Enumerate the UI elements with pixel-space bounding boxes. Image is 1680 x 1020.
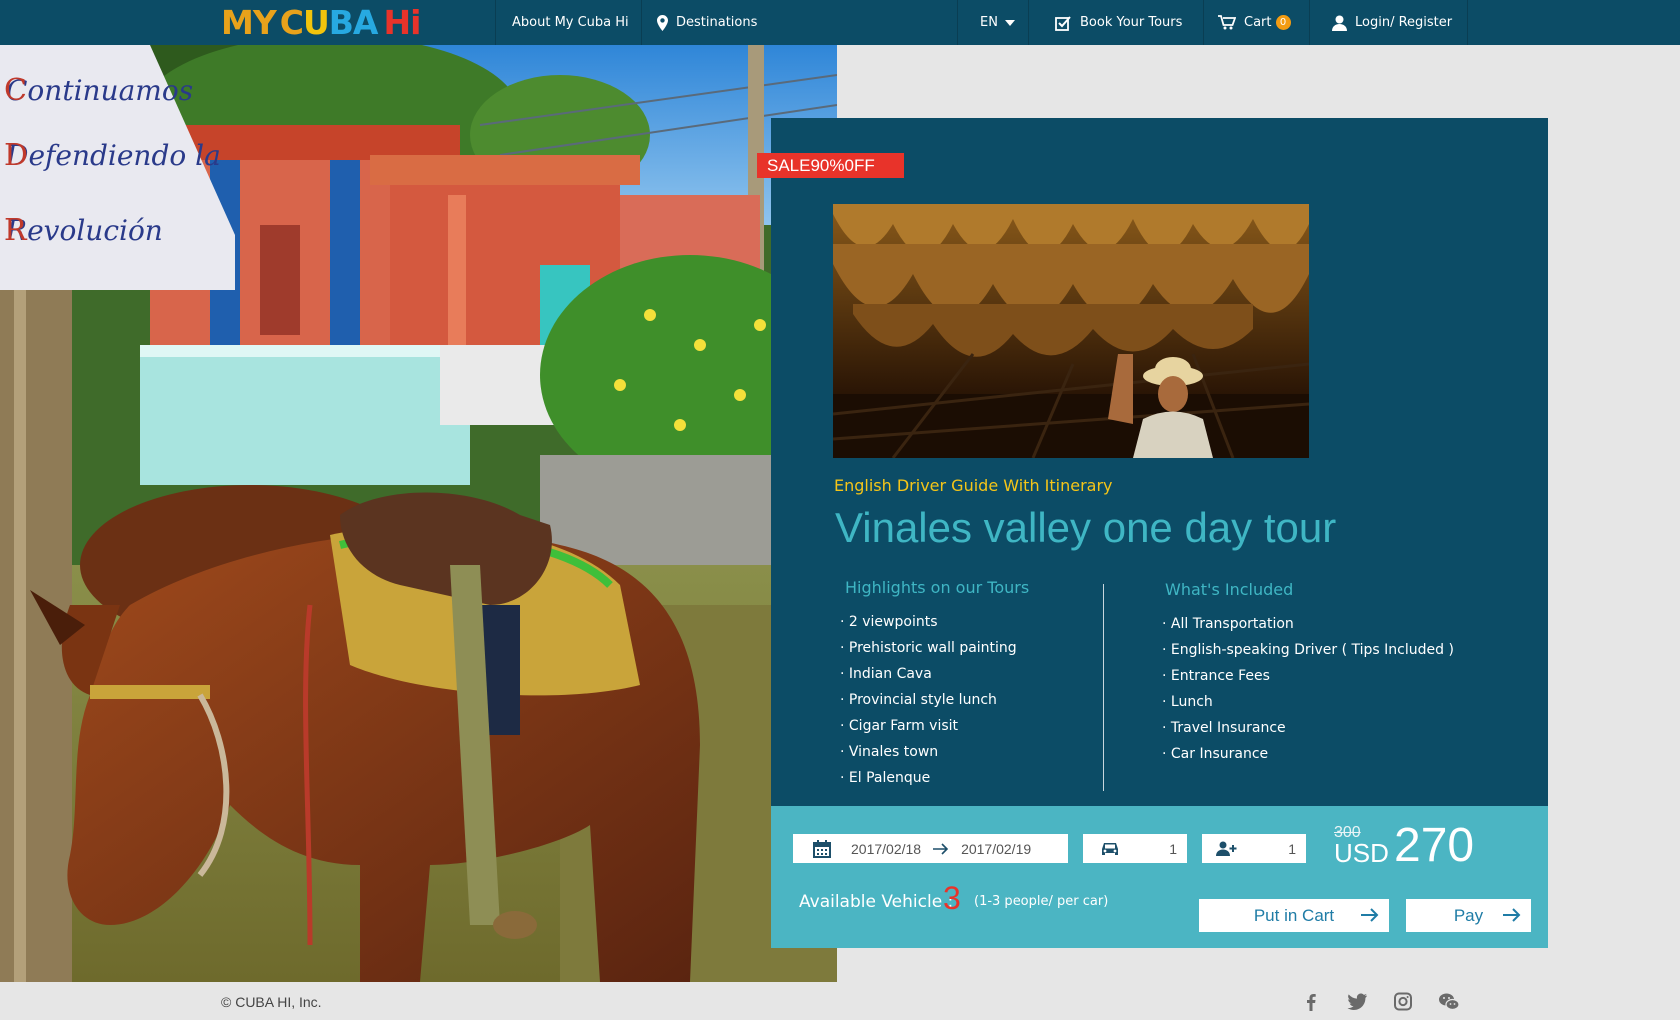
included-list: · All Transportation · English-speaking …: [1162, 611, 1454, 767]
top-nav: MY C U B A Hi About My Cuba Hi Destinati…: [0, 0, 1680, 45]
column-divider: [1103, 584, 1104, 791]
nav-divider: [1203, 0, 1204, 45]
list-item: · 2 viewpoints: [840, 614, 938, 630]
put-in-cart-button[interactable]: Put in Cart: [1199, 899, 1389, 932]
arrow-right-icon: [933, 842, 949, 855]
pay-button[interactable]: Pay: [1406, 899, 1531, 932]
instagram-icon[interactable]: [1392, 992, 1414, 1012]
user-icon: [1332, 15, 1347, 31]
copyright-text: © CUBA HI, Inc.: [221, 994, 322, 1010]
logo-part: A: [352, 3, 379, 42]
language-label: EN: [980, 15, 998, 30]
nav-cart-label: Cart: [1244, 15, 1272, 30]
cart-icon: [1218, 15, 1236, 30]
pay-label: Pay: [1453, 905, 1484, 925]
facebook-icon[interactable]: [1300, 992, 1322, 1012]
nav-about-label: About My Cuba Hi: [512, 15, 629, 30]
vehicle-capacity-note: (1-3 people/ per car): [974, 894, 1109, 909]
nav-book-tours-link[interactable]: Book Your Tours: [1055, 0, 1182, 45]
nav-divider: [1309, 0, 1310, 45]
included-heading: What's Included: [1165, 580, 1294, 599]
tour-title: Vinales valley one day tour: [835, 504, 1337, 551]
list-item: · Travel Insurance: [1162, 720, 1286, 736]
sale-price: 270: [1394, 819, 1475, 872]
start-date[interactable]: 2017/02/18: [851, 841, 921, 857]
site-logo[interactable]: MY C U B A Hi: [221, 3, 421, 42]
nav-divider: [641, 0, 642, 45]
arrow-right-icon: [1503, 908, 1521, 922]
price-currency: USD: [1334, 838, 1389, 868]
list-item: · Entrance Fees: [1162, 668, 1270, 684]
logo-part: MY: [221, 3, 277, 42]
list-item: · Lunch: [1162, 694, 1213, 710]
language-select[interactable]: EN: [980, 0, 1015, 45]
list-item: · English-speaking Driver ( Tips Include…: [1162, 642, 1454, 658]
list-item: · El Palenque: [840, 770, 931, 786]
list-item: · Cigar Farm visit: [840, 718, 959, 734]
svg-text:Revolución: Revolución: [5, 214, 163, 247]
twitter-icon[interactable]: [1346, 992, 1368, 1012]
logo-part: B: [328, 3, 354, 42]
car-icon: [1102, 842, 1118, 855]
nav-destinations-link[interactable]: Destinations: [657, 0, 757, 45]
svg-text:D: D: [4, 138, 28, 173]
available-vehicle-label: Available Vehicle :: [799, 892, 954, 912]
highlights-list: · 2 viewpoints · Prehistoric wall painti…: [840, 609, 1017, 791]
svg-text:Defendiendo la: Defendiendo la: [5, 139, 221, 172]
calendar-icon: [813, 839, 831, 858]
svg-text:Continuamos: Continuamos: [6, 74, 193, 107]
people-count-value: 1: [1288, 840, 1296, 857]
list-item: · All Transportation: [1162, 616, 1294, 632]
cart-count-badge: 0: [1275, 15, 1291, 30]
nav-destinations-label: Destinations: [676, 15, 758, 30]
hero-illustration: Continuamos Defendiendo la Revolución C …: [0, 45, 837, 982]
nav-login-label: Login/ Register: [1355, 15, 1453, 30]
list-item: · Car Insurance: [1162, 746, 1269, 762]
people-count-field[interactable]: 1: [1202, 834, 1306, 863]
tour-photo: [833, 204, 1309, 458]
checkbox-icon: [1055, 15, 1071, 31]
location-pin-icon: [657, 14, 668, 31]
hero-photo: Continuamos Defendiendo la Revolución C …: [0, 45, 837, 982]
logo-part: U: [302, 3, 330, 42]
nav-divider: [957, 0, 958, 45]
nav-book-tours-label: Book Your Tours: [1080, 15, 1183, 30]
vehicle-count-field[interactable]: 1: [1083, 834, 1187, 863]
list-item: · Vinales town: [840, 744, 939, 760]
list-item: · Prehistoric wall painting: [840, 640, 1017, 656]
highlights-heading: Highlights on our Tours: [845, 578, 1030, 597]
svg-text:C: C: [4, 73, 27, 108]
sale-badge: SALE90%0FF: [757, 153, 904, 178]
nav-about-link[interactable]: About My Cuba Hi: [512, 0, 629, 45]
arrow-right-icon: [1361, 908, 1379, 922]
list-item: · Indian Cava: [840, 666, 932, 682]
logo-part: C: [279, 3, 304, 42]
add-user-icon: [1216, 841, 1237, 856]
list-item: · Provincial style lunch: [840, 692, 997, 708]
nav-divider: [495, 0, 496, 45]
vehicle-count-value: 1: [1169, 840, 1177, 857]
end-date[interactable]: 2017/02/19: [961, 841, 1031, 857]
date-range-picker[interactable]: 2017/02/18 2017/02/19: [793, 834, 1068, 863]
put-in-cart-label: Put in Cart: [1253, 905, 1335, 925]
nav-cart-link[interactable]: Cart 0: [1218, 0, 1291, 45]
logo-part: Hi: [383, 3, 421, 42]
tour-subtitle: English Driver Guide With Itinerary: [834, 476, 1113, 495]
nav-divider: [1467, 0, 1468, 45]
tobacco-barn-illustration: [833, 204, 1309, 458]
wechat-icon[interactable]: [1438, 992, 1460, 1012]
available-vehicle-count: 3: [943, 880, 961, 916]
chevron-down-icon: [1004, 19, 1015, 26]
nav-login-link[interactable]: Login/ Register: [1332, 0, 1452, 45]
svg-text:R: R: [4, 213, 28, 248]
nav-divider: [1028, 0, 1029, 45]
